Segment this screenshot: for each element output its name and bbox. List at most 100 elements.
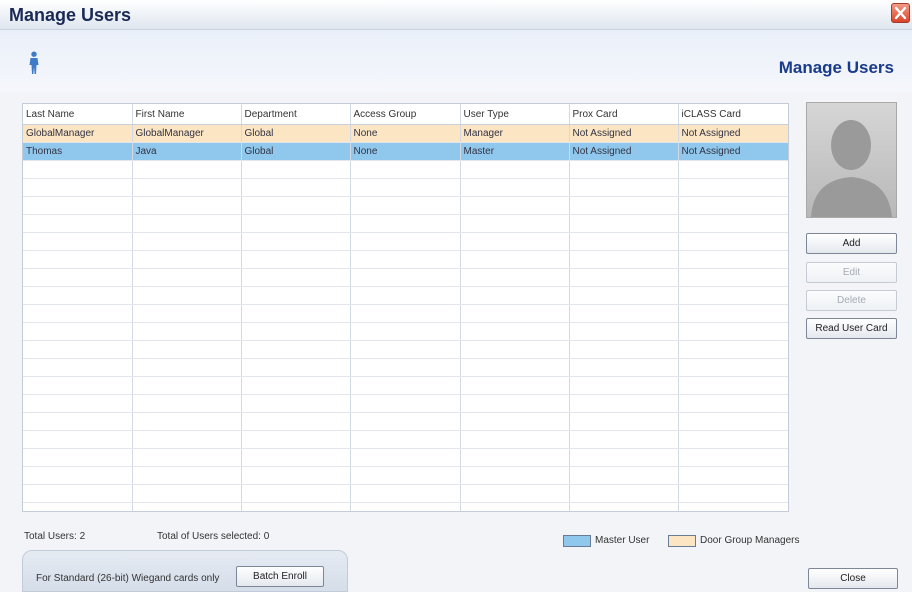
delete-button[interactable]: Delete <box>806 290 897 311</box>
table-cell <box>23 394 133 413</box>
table-cell <box>350 448 461 467</box>
page-title: Manage Users <box>778 58 894 77</box>
table-cell <box>678 412 788 431</box>
table-cell <box>241 178 351 197</box>
table-cell <box>460 430 570 449</box>
table-cell: None <box>350 124 461 143</box>
users-table[interactable]: Last Name First Name Department Access Grou… <box>22 103 789 512</box>
table-cell <box>569 232 679 251</box>
table-cell <box>678 160 788 179</box>
table-row[interactable]: GlobalManager GlobalManager Global None Mana… <box>23 124 788 143</box>
add-button[interactable]: Add <box>806 233 897 254</box>
table-cell <box>460 250 570 269</box>
column-header[interactable]: User Type <box>460 104 570 125</box>
table-cell <box>678 502 788 511</box>
table-cell <box>569 340 679 359</box>
table-cell <box>678 268 788 287</box>
table-cell <box>460 304 570 323</box>
table-cell <box>132 196 242 215</box>
table-cell <box>569 430 679 449</box>
table-cell <box>241 268 351 287</box>
empty-table-row[interactable] <box>23 376 788 395</box>
empty-table-row[interactable] <box>23 322 788 341</box>
table-cell <box>350 340 461 359</box>
empty-table-row[interactable] <box>23 160 788 179</box>
table-cell <box>460 214 570 233</box>
column-header[interactable]: Access Group <box>350 104 461 125</box>
table-cell <box>23 412 133 431</box>
table-cell <box>460 160 570 179</box>
table-cell <box>678 376 788 395</box>
door-group-managers-legend-label: Door Group Managers <box>700 535 800 546</box>
table-cell: Master <box>460 142 570 161</box>
empty-table-row[interactable] <box>23 214 788 233</box>
empty-table-row[interactable] <box>23 340 788 359</box>
empty-table-row[interactable] <box>23 484 788 503</box>
title-bar: Manage Users <box>0 0 912 30</box>
table-cell <box>241 484 351 503</box>
table-cell <box>678 178 788 197</box>
table-cell <box>460 340 570 359</box>
empty-table-row[interactable] <box>23 196 788 215</box>
column-header[interactable]: iCLASS Card <box>678 104 788 125</box>
table-cell <box>569 178 679 197</box>
table-cell <box>569 250 679 269</box>
table-cell <box>678 358 788 377</box>
table-cell <box>460 286 570 305</box>
table-cell: Global <box>241 124 351 143</box>
table-cell <box>132 178 242 197</box>
table-cell <box>350 286 461 305</box>
master-user-legend-label: Master User <box>595 535 650 546</box>
read-user-card-button[interactable]: Read User Card <box>806 318 897 339</box>
empty-table-row[interactable] <box>23 394 788 413</box>
empty-table-row[interactable] <box>23 286 788 305</box>
table-cell <box>23 358 133 377</box>
empty-table-row[interactable] <box>23 502 788 511</box>
empty-table-row[interactable] <box>23 466 788 485</box>
table-row[interactable]: Thomas Java Global None Master Not Assigned No… <box>23 142 788 161</box>
master-user-swatch <box>563 535 591 547</box>
table-cell <box>569 484 679 503</box>
table-cell <box>132 376 242 395</box>
empty-table-row[interactable] <box>23 250 788 269</box>
empty-table-row[interactable] <box>23 430 788 449</box>
table-cell <box>241 340 351 359</box>
table-cell <box>569 304 679 323</box>
table-cell <box>23 430 133 449</box>
empty-table-row[interactable] <box>23 448 788 467</box>
total-selected-label: Total of Users selected: 0 <box>157 531 270 542</box>
table-cell <box>350 502 461 511</box>
column-header[interactable]: First Name <box>132 104 242 125</box>
table-cell <box>132 160 242 179</box>
empty-table-row[interactable] <box>23 268 788 287</box>
table-cell <box>23 196 133 215</box>
header-banner <box>0 30 912 92</box>
empty-table-row[interactable] <box>23 304 788 323</box>
table-cell <box>678 196 788 215</box>
table-cell <box>460 484 570 503</box>
empty-table-row[interactable] <box>23 178 788 197</box>
table-cell <box>460 466 570 485</box>
column-header[interactable]: Last Name <box>23 104 133 125</box>
table-cell <box>241 502 351 511</box>
table-cell <box>241 412 351 431</box>
column-header[interactable]: Department <box>241 104 351 125</box>
batch-enroll-button[interactable]: Batch Enroll <box>236 566 324 587</box>
table-cell <box>460 394 570 413</box>
empty-table-row[interactable] <box>23 358 788 377</box>
close-button[interactable]: Close <box>808 568 898 589</box>
edit-button[interactable]: Edit <box>806 262 897 283</box>
close-icon[interactable] <box>891 3 910 23</box>
column-header[interactable]: Prox Card <box>569 104 679 125</box>
empty-table-row[interactable] <box>23 232 788 251</box>
table-cell <box>23 214 133 233</box>
table-cell <box>23 340 133 359</box>
table-cell <box>132 430 242 449</box>
table-cell <box>678 466 788 485</box>
door-group-managers-swatch <box>668 535 696 547</box>
table-cell <box>241 466 351 485</box>
table-cell <box>678 250 788 269</box>
table-cell: Not Assigned <box>569 124 679 143</box>
empty-table-row[interactable] <box>23 412 788 431</box>
total-users-label: Total Users: 2 <box>24 531 86 542</box>
